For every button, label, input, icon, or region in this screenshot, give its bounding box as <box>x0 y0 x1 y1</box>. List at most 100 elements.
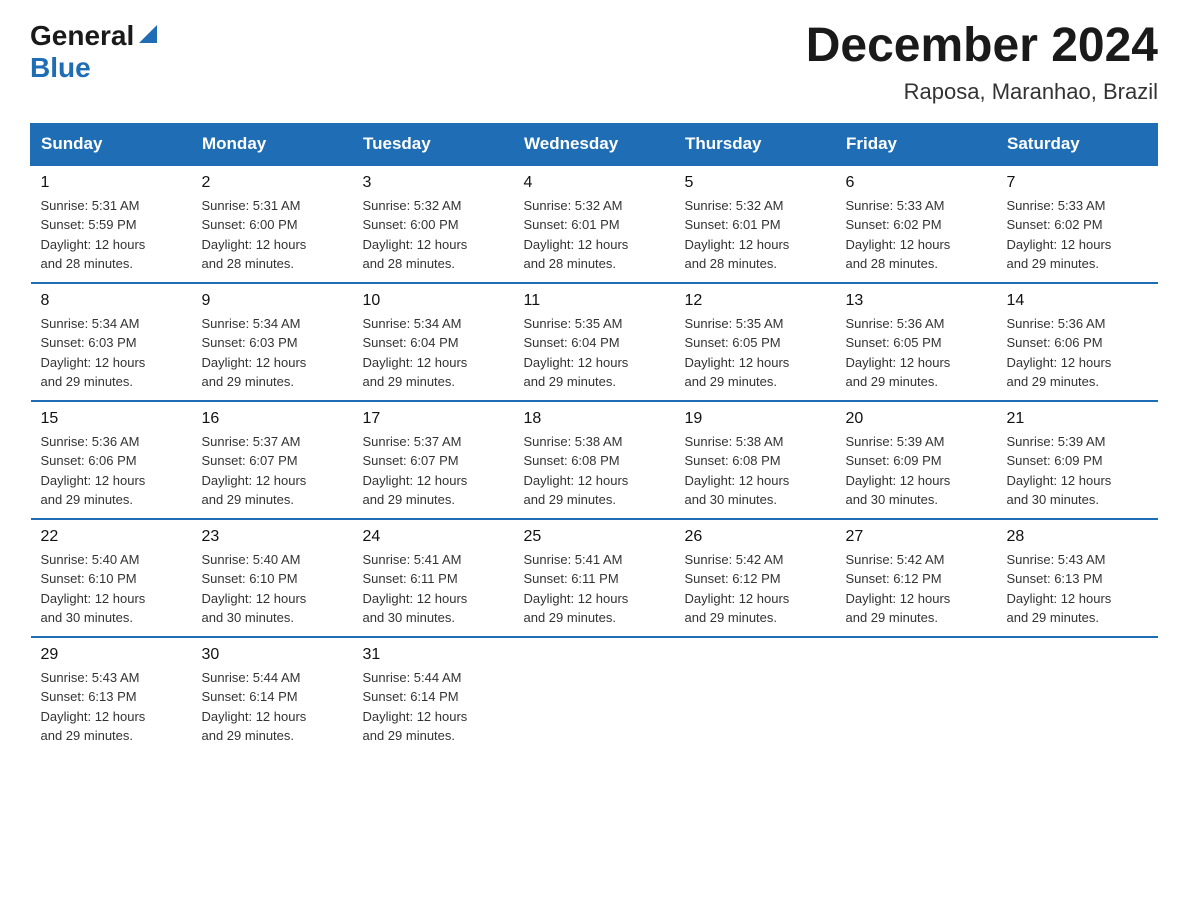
day-number: 14 <box>1007 292 1148 310</box>
day-number: 6 <box>846 174 987 192</box>
title-area: December 2024 Raposa, Maranhao, Brazil <box>806 20 1158 105</box>
calendar-cell: 29Sunrise: 5:43 AMSunset: 6:13 PMDayligh… <box>31 637 192 754</box>
calendar-cell: 22Sunrise: 5:40 AMSunset: 6:10 PMDayligh… <box>31 519 192 637</box>
day-number: 12 <box>685 292 826 310</box>
day-info: Sunrise: 5:34 AMSunset: 6:03 PMDaylight:… <box>202 316 307 390</box>
calendar-cell: 7 Sunrise: 5:33 AMSunset: 6:02 PMDaylight… <box>997 165 1158 283</box>
day-info: Sunrise: 5:44 AMSunset: 6:14 PMDaylight:… <box>363 670 468 744</box>
day-info: Sunrise: 5:32 AMSunset: 6:01 PMDaylight:… <box>524 198 629 272</box>
day-info: Sunrise: 5:43 AMSunset: 6:13 PMDaylight:… <box>1007 552 1112 626</box>
calendar-subtitle: Raposa, Maranhao, Brazil <box>806 79 1158 105</box>
day-number: 18 <box>524 410 665 428</box>
calendar-cell: 4 Sunrise: 5:32 AMSunset: 6:01 PMDaylight… <box>514 165 675 283</box>
day-number: 2 <box>202 174 343 192</box>
calendar-cell: 13Sunrise: 5:36 AMSunset: 6:05 PMDayligh… <box>836 283 997 401</box>
day-info: Sunrise: 5:38 AMSunset: 6:08 PMDaylight:… <box>685 434 790 508</box>
day-number: 4 <box>524 174 665 192</box>
day-info: Sunrise: 5:35 AMSunset: 6:05 PMDaylight:… <box>685 316 790 390</box>
calendar-cell: 31 Sunrise: 5:44 AMSunset: 6:14 PMDayligh… <box>353 637 514 754</box>
day-number: 25 <box>524 528 665 546</box>
calendar-cell: 18Sunrise: 5:38 AMSunset: 6:08 PMDayligh… <box>514 401 675 519</box>
calendar-cell: 6 Sunrise: 5:33 AMSunset: 6:02 PMDaylight… <box>836 165 997 283</box>
day-info: Sunrise: 5:33 AMSunset: 6:02 PMDaylight:… <box>846 198 951 272</box>
calendar-cell: 8 Sunrise: 5:34 AMSunset: 6:03 PMDaylight… <box>31 283 192 401</box>
page-header: General Blue December 2024 Raposa, Maran… <box>30 20 1158 105</box>
day-info: Sunrise: 5:31 AMSunset: 5:59 PMDaylight:… <box>41 198 146 272</box>
calendar-cell: 20 Sunrise: 5:39 AMSunset: 6:09 PMDayligh… <box>836 401 997 519</box>
day-info: Sunrise: 5:41 AMSunset: 6:11 PMDaylight:… <box>524 552 629 626</box>
calendar-title: December 2024 <box>806 20 1158 73</box>
week-row-4: 22 Sunrise: 5:40 AMSunset: 6:10 PMDayligh… <box>31 519 1158 637</box>
day-info: Sunrise: 5:44 AMSunset: 6:14 PMDaylight:… <box>202 670 307 744</box>
day-info: Sunrise: 5:35 AMSunset: 6:04 PMDaylight:… <box>524 316 629 390</box>
day-info: Sunrise: 5:42 AMSunset: 6:12 PMDaylight:… <box>685 552 790 626</box>
calendar-cell: 9 Sunrise: 5:34 AMSunset: 6:03 PMDaylight… <box>192 283 353 401</box>
day-info: Sunrise: 5:37 AMSunset: 6:07 PMDaylight:… <box>202 434 307 508</box>
day-number: 21 <box>1007 410 1148 428</box>
calendar-cell: 14 Sunrise: 5:36 AMSunset: 6:06 PMDayligh… <box>997 283 1158 401</box>
col-friday: Friday <box>836 123 997 165</box>
week-row-3: 15Sunrise: 5:36 AMSunset: 6:06 PMDayligh… <box>31 401 1158 519</box>
logo-blue-line: Blue <box>30 52 94 84</box>
day-info: Sunrise: 5:36 AMSunset: 6:06 PMDaylight:… <box>1007 316 1112 390</box>
day-info: Sunrise: 5:31 AMSunset: 6:00 PMDaylight:… <box>202 198 307 272</box>
calendar-table: Sunday Monday Tuesday Wednesday Thursday… <box>30 123 1158 754</box>
calendar-cell: 23 Sunrise: 5:40 AMSunset: 6:10 PMDayligh… <box>192 519 353 637</box>
logo-triangle-icon <box>137 23 159 45</box>
calendar-header-row: Sunday Monday Tuesday Wednesday Thursday… <box>31 123 1158 165</box>
day-number: 8 <box>41 292 182 310</box>
calendar-cell: 5 Sunrise: 5:32 AMSunset: 6:01 PMDaylight… <box>675 165 836 283</box>
day-info: Sunrise: 5:34 AMSunset: 6:03 PMDaylight:… <box>41 316 146 390</box>
day-info: Sunrise: 5:43 AMSunset: 6:13 PMDaylight:… <box>41 670 146 744</box>
day-number: 7 <box>1007 174 1148 192</box>
calendar-cell: 30 Sunrise: 5:44 AMSunset: 6:14 PMDayligh… <box>192 637 353 754</box>
day-info: Sunrise: 5:32 AMSunset: 6:00 PMDaylight:… <box>363 198 468 272</box>
col-tuesday: Tuesday <box>353 123 514 165</box>
calendar-cell: 10 Sunrise: 5:34 AMSunset: 6:04 PMDayligh… <box>353 283 514 401</box>
calendar-cell <box>514 637 675 754</box>
day-number: 30 <box>202 646 343 664</box>
day-number: 13 <box>846 292 987 310</box>
day-info: Sunrise: 5:33 AMSunset: 6:02 PMDaylight:… <box>1007 198 1112 272</box>
calendar-cell: 26Sunrise: 5:42 AMSunset: 6:12 PMDayligh… <box>675 519 836 637</box>
calendar-cell: 24Sunrise: 5:41 AMSunset: 6:11 PMDayligh… <box>353 519 514 637</box>
day-number: 11 <box>524 292 665 310</box>
calendar-cell <box>997 637 1158 754</box>
day-number: 10 <box>363 292 504 310</box>
day-number: 31 <box>363 646 504 664</box>
day-number: 23 <box>202 528 343 546</box>
calendar-cell: 2 Sunrise: 5:31 AMSunset: 6:00 PMDaylight… <box>192 165 353 283</box>
day-info: Sunrise: 5:40 AMSunset: 6:10 PMDaylight:… <box>202 552 307 626</box>
calendar-cell: 21 Sunrise: 5:39 AMSunset: 6:09 PMDayligh… <box>997 401 1158 519</box>
day-info: Sunrise: 5:37 AMSunset: 6:07 PMDaylight:… <box>363 434 468 508</box>
day-info: Sunrise: 5:39 AMSunset: 6:09 PMDaylight:… <box>846 434 951 508</box>
week-row-2: 8 Sunrise: 5:34 AMSunset: 6:03 PMDaylight… <box>31 283 1158 401</box>
day-info: Sunrise: 5:32 AMSunset: 6:01 PMDaylight:… <box>685 198 790 272</box>
logo-general-text: General <box>30 20 134 52</box>
logo-blue-text: Blue <box>30 52 91 84</box>
day-info: Sunrise: 5:42 AMSunset: 6:12 PMDaylight:… <box>846 552 951 626</box>
week-row-1: 1 Sunrise: 5:31 AMSunset: 5:59 PMDaylight… <box>31 165 1158 283</box>
col-monday: Monday <box>192 123 353 165</box>
day-number: 20 <box>846 410 987 428</box>
day-number: 5 <box>685 174 826 192</box>
day-number: 1 <box>41 174 182 192</box>
day-number: 17 <box>363 410 504 428</box>
calendar-cell <box>836 637 997 754</box>
day-number: 22 <box>41 528 182 546</box>
calendar-cell: 12 Sunrise: 5:35 AMSunset: 6:05 PMDayligh… <box>675 283 836 401</box>
day-number: 24 <box>363 528 504 546</box>
calendar-cell: 17 Sunrise: 5:37 AMSunset: 6:07 PMDayligh… <box>353 401 514 519</box>
day-info: Sunrise: 5:34 AMSunset: 6:04 PMDaylight:… <box>363 316 468 390</box>
logo: General Blue <box>30 20 159 84</box>
calendar-cell: 28Sunrise: 5:43 AMSunset: 6:13 PMDayligh… <box>997 519 1158 637</box>
calendar-cell: 1 Sunrise: 5:31 AMSunset: 5:59 PMDaylight… <box>31 165 192 283</box>
day-number: 19 <box>685 410 826 428</box>
day-info: Sunrise: 5:39 AMSunset: 6:09 PMDaylight:… <box>1007 434 1112 508</box>
day-number: 3 <box>363 174 504 192</box>
calendar-cell: 11 Sunrise: 5:35 AMSunset: 6:04 PMDayligh… <box>514 283 675 401</box>
day-number: 9 <box>202 292 343 310</box>
calendar-cell: 25 Sunrise: 5:41 AMSunset: 6:11 PMDayligh… <box>514 519 675 637</box>
day-number: 27 <box>846 528 987 546</box>
col-wednesday: Wednesday <box>514 123 675 165</box>
